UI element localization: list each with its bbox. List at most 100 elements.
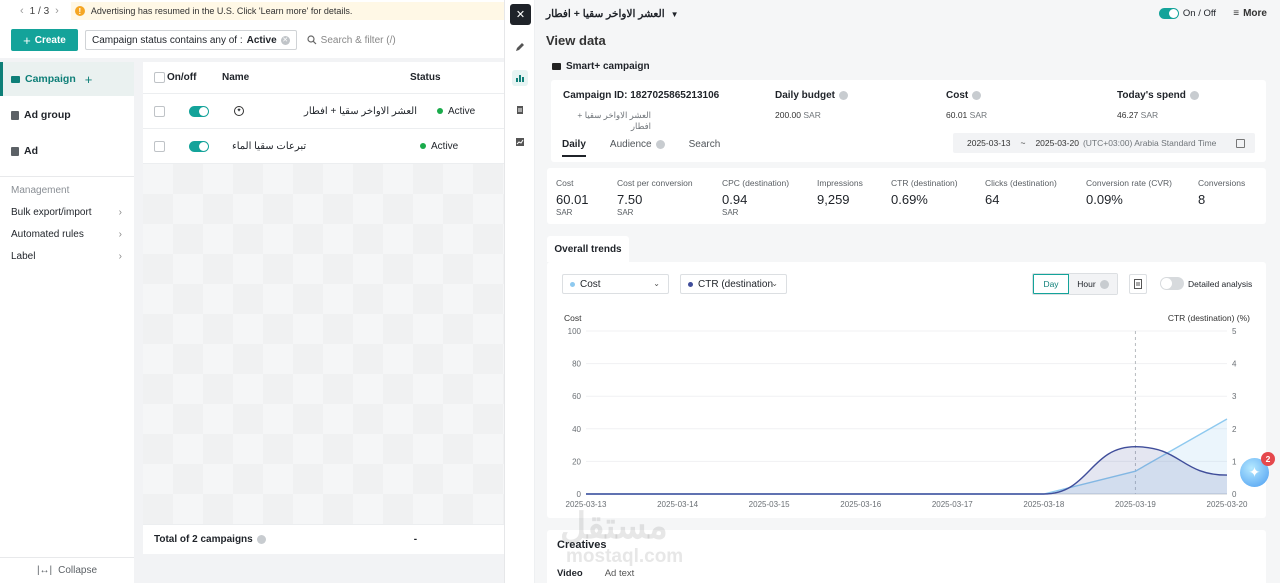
column-header-status[interactable]: Status bbox=[410, 72, 441, 83]
metric-select-value: Cost bbox=[580, 278, 601, 290]
column-header-onoff[interactable]: On/off bbox=[167, 72, 222, 83]
more-menu[interactable]: ≡ More bbox=[1233, 8, 1267, 19]
folder-icon bbox=[11, 75, 20, 83]
y-tick-left: 100 bbox=[568, 327, 582, 336]
info-icon[interactable] bbox=[972, 90, 982, 100]
trends-card: Cost ⌄ CTR (destination ⌄ Day Hour Detai… bbox=[547, 262, 1266, 518]
status-text: Active bbox=[448, 105, 476, 117]
tab-video[interactable]: Video bbox=[557, 568, 583, 579]
y-tick-left: 60 bbox=[572, 392, 581, 401]
x-tick: 2025-03-17 bbox=[932, 500, 973, 509]
status-cell: Active bbox=[437, 106, 475, 117]
campaign-toggle[interactable] bbox=[189, 105, 209, 117]
tab-ad-text[interactable]: Ad text bbox=[605, 568, 635, 579]
onoff-control[interactable]: On / Off bbox=[1158, 8, 1216, 19]
notice-text[interactable]: Advertising has resumed in the U.S. Clic… bbox=[91, 6, 353, 16]
tab-daily[interactable]: Daily bbox=[562, 139, 586, 157]
select-all-checkbox[interactable] bbox=[154, 72, 165, 83]
metric-impressions: Impressions 9,259 bbox=[817, 178, 863, 208]
cost-value: 60.01 SAR bbox=[946, 110, 988, 120]
metric-value: 64 bbox=[985, 192, 1000, 207]
watermark-url: mostaql.com bbox=[566, 546, 684, 567]
chevron-down-icon: ⌄ bbox=[653, 279, 660, 288]
smart-campaign-icon: ✦ bbox=[234, 106, 244, 116]
metric-value: 0.09% bbox=[1086, 192, 1123, 207]
todays-spend-block: Today's spend 46.27 SAR bbox=[1117, 90, 1199, 120]
close-drawer-button[interactable]: ✕ bbox=[510, 4, 531, 25]
ad-group-icon bbox=[11, 110, 19, 120]
tab-search[interactable]: Search bbox=[689, 139, 721, 157]
chevron-left-icon[interactable]: ‹ bbox=[20, 5, 24, 17]
create-button[interactable]: + Create bbox=[11, 29, 78, 51]
campaign-onoff-toggle[interactable] bbox=[1158, 8, 1179, 19]
add-campaign-icon[interactable]: + bbox=[85, 72, 93, 87]
detailed-analysis-toggle[interactable] bbox=[1160, 277, 1184, 290]
chevron-right-icon[interactable]: › bbox=[55, 5, 59, 17]
ad-icon bbox=[11, 146, 19, 156]
table-row[interactable]: ✦ العشر الاواخر سقيا + افطار Active bbox=[143, 94, 504, 129]
info-icon[interactable] bbox=[839, 90, 849, 100]
filter-value: Active bbox=[246, 34, 277, 46]
edit-icon[interactable] bbox=[512, 39, 528, 55]
metric-select-primary[interactable]: Cost ⌄ bbox=[562, 274, 669, 294]
sidebar-item-ad-group[interactable]: Ad group bbox=[0, 98, 134, 132]
chevron-right-icon: › bbox=[118, 229, 122, 240]
metric-value: 7.50 bbox=[617, 192, 643, 207]
menu-item-automated-rules[interactable]: Automated rules › bbox=[0, 224, 134, 246]
date-range-picker[interactable]: 2025-03-13 ~ 2025-03-20 (UTC+03:00) Arab… bbox=[953, 133, 1255, 153]
sidebar-item-campaign[interactable]: Campaign + bbox=[0, 62, 134, 96]
status-filter-chip[interactable]: Campaign status contains any of : Active… bbox=[85, 30, 297, 50]
daily-budget-label: Daily budget bbox=[775, 90, 849, 101]
y-tick-right: 3 bbox=[1232, 392, 1237, 401]
document-icon[interactable] bbox=[512, 102, 528, 118]
campaign-name[interactable]: العشر الاواخر سقيا + افطار bbox=[249, 106, 417, 117]
menu-item-bulk-export[interactable]: Bulk export/import › bbox=[0, 202, 134, 224]
campaign-toggle[interactable] bbox=[189, 140, 209, 152]
y-tick-right: 5 bbox=[1232, 327, 1237, 336]
sidebar: Campaign + Ad group Ad Management Bulk e… bbox=[0, 62, 134, 583]
analytics-icon[interactable] bbox=[512, 134, 528, 150]
campaign-title-dropdown[interactable]: العشر الاواخر سقيا + افطار bbox=[546, 8, 665, 20]
y-tick-left: 20 bbox=[572, 457, 581, 466]
folder-icon bbox=[552, 63, 561, 70]
data-chart-icon[interactable] bbox=[512, 70, 528, 86]
info-icon[interactable] bbox=[1189, 90, 1199, 100]
granularity-day[interactable]: Day bbox=[1033, 274, 1069, 294]
collapse-button[interactable]: |↔| Collapse bbox=[0, 557, 134, 583]
tab-audience[interactable]: Audience bbox=[610, 139, 665, 157]
search-filter-input[interactable]: Search & filter (/) bbox=[307, 35, 396, 46]
total-status: - bbox=[413, 534, 418, 545]
metric-unit: SAR bbox=[617, 208, 634, 217]
granularity-hour[interactable]: Hour bbox=[1069, 274, 1117, 294]
table-row[interactable]: تبرعات سقيا الماء Active bbox=[143, 129, 504, 164]
sidebar-item-ad[interactable]: Ad bbox=[0, 134, 134, 168]
date-to: 2025-03-20 bbox=[1035, 138, 1079, 148]
drawer-rail: ✕ bbox=[504, 0, 535, 583]
detailed-analysis-label: Detailed analysis bbox=[1188, 278, 1253, 289]
caret-down-icon[interactable]: ▼ bbox=[671, 10, 679, 19]
info-icon[interactable] bbox=[256, 535, 266, 544]
detailed-analysis-control[interactable]: Detailed analysis bbox=[1160, 277, 1252, 290]
row-checkbox[interactable] bbox=[154, 140, 165, 152]
clear-filter-icon[interactable]: ✕ bbox=[280, 35, 290, 45]
metric-clicks-destination: Clicks (destination) 64 bbox=[985, 178, 1057, 208]
metric-label: Cost bbox=[556, 178, 574, 188]
search-icon bbox=[307, 35, 317, 45]
menu-icon: ≡ bbox=[1233, 8, 1240, 19]
row-checkbox[interactable] bbox=[154, 105, 165, 117]
export-button[interactable] bbox=[1129, 274, 1147, 294]
daily-budget-block: Daily budget 200.00 SAR bbox=[775, 90, 849, 120]
sidebar-item-label: Ad bbox=[24, 145, 38, 157]
info-icon bbox=[1099, 279, 1109, 289]
y-tick-left: 40 bbox=[572, 425, 581, 434]
metric-unit: SAR bbox=[722, 208, 739, 217]
campaign-name[interactable]: تبرعات سقيا الماء bbox=[232, 141, 417, 152]
column-header-name[interactable]: Name bbox=[222, 72, 410, 83]
status-dot bbox=[437, 107, 443, 114]
table-empty-area bbox=[143, 164, 504, 547]
menu-item-label[interactable]: Label › bbox=[0, 246, 134, 268]
metric-value: 9,259 bbox=[817, 192, 850, 207]
metric-select-secondary[interactable]: CTR (destination ⌄ bbox=[680, 274, 787, 294]
overall-trends-tab[interactable]: Overall trends bbox=[547, 236, 629, 262]
management-title: Management bbox=[11, 185, 70, 196]
